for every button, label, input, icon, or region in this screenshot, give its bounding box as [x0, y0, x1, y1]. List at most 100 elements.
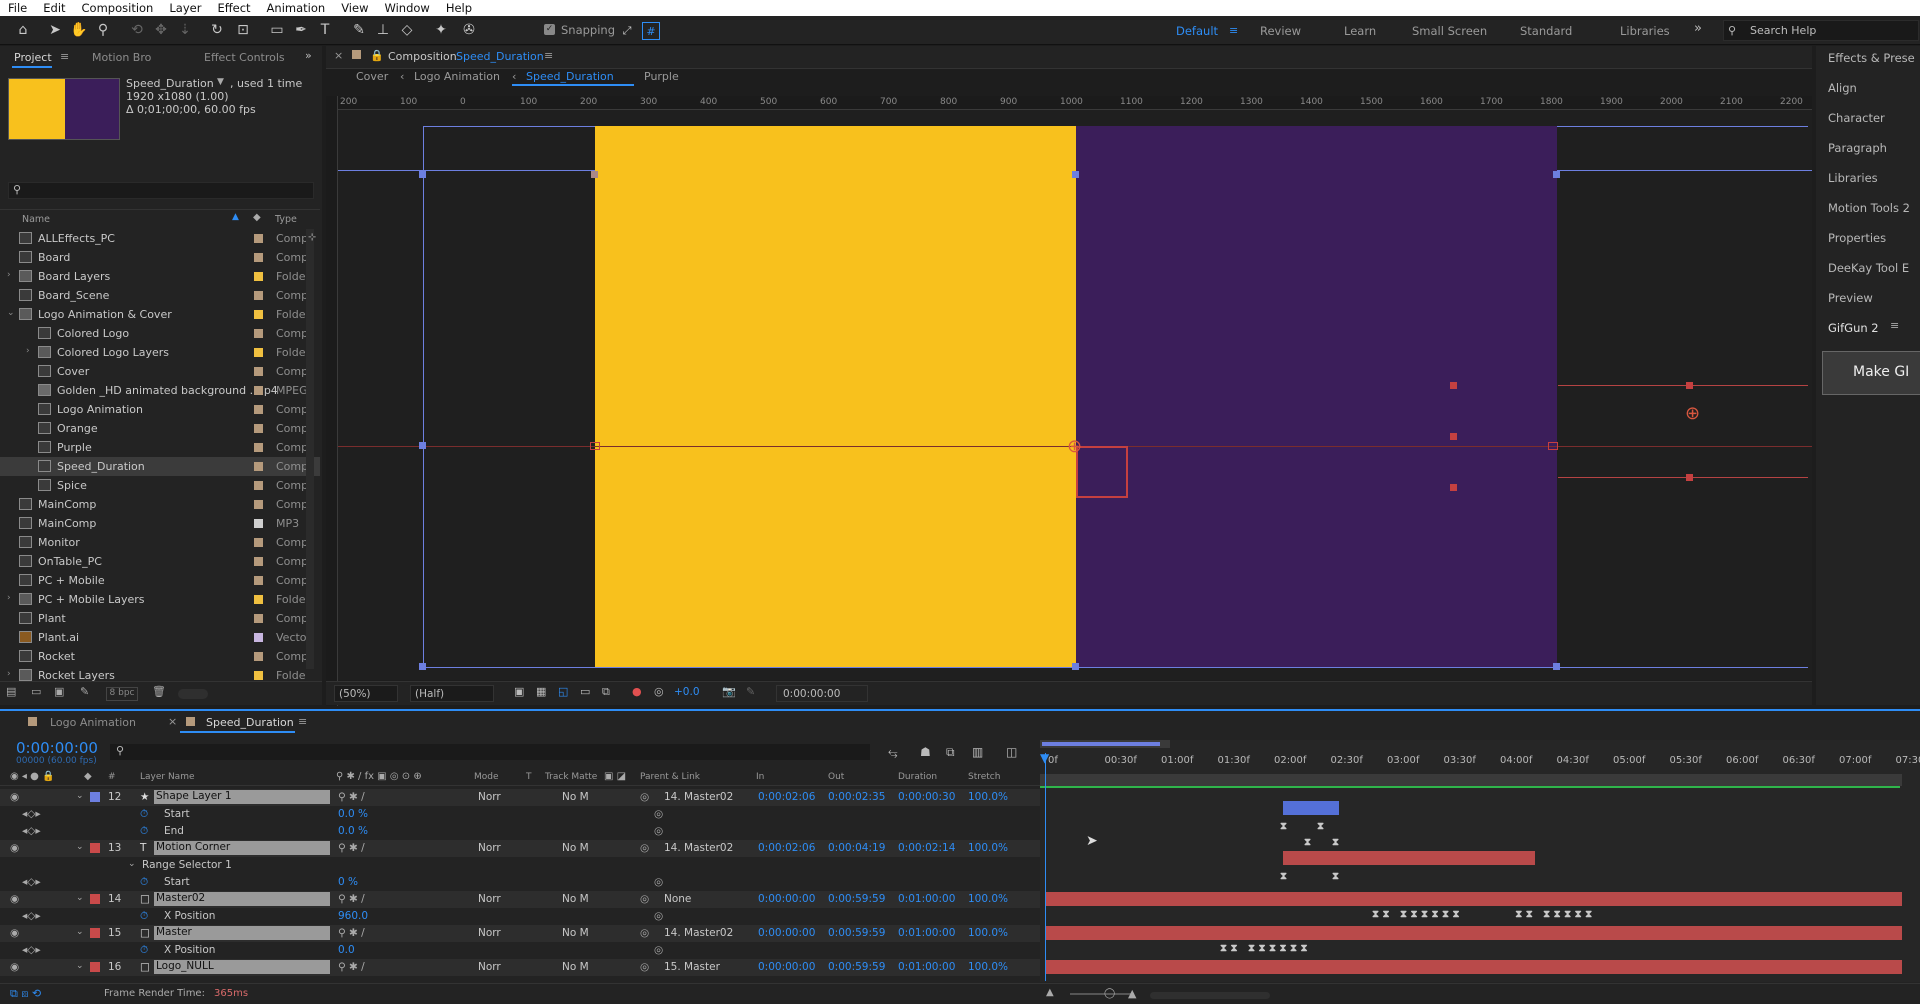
- anchor-point-icon[interactable]: ⊕: [1067, 436, 1082, 457]
- panel-effects-prese[interactable]: Effects & Prese: [1828, 51, 1915, 65]
- collapse-icon[interactable]: ⌄: [128, 859, 136, 869]
- expand-icon[interactable]: ›: [7, 270, 11, 280]
- expand-panels-icon[interactable]: »: [305, 49, 312, 62]
- group-name[interactable]: Range Selector 1: [142, 859, 232, 871]
- list-item[interactable]: Rocket Comp: [0, 647, 320, 666]
- footer-switches-icon[interactable]: ⧉ ⧇ ⟲: [10, 987, 41, 1001]
- stretch[interactable]: 100.0%: [968, 791, 1008, 803]
- draft-3d-icon[interactable]: ☗: [920, 745, 931, 759]
- layer-15-bar[interactable]: [1046, 926, 1902, 940]
- panel-libraries[interactable]: Libraries: [1828, 171, 1878, 185]
- property-row[interactable]: ◂◇▸ ⏱ X Position 0.0 ◎: [0, 942, 1040, 959]
- switches-icon[interactable]: ⚲ ✱ /: [338, 927, 365, 939]
- list-item[interactable]: MainComp MP3: [0, 514, 320, 533]
- region-of-interest-icon[interactable]: ▣: [514, 685, 524, 698]
- more-workspaces-icon[interactable]: »: [1694, 21, 1702, 36]
- menu-effect[interactable]: Effect: [209, 1, 258, 15]
- stopwatch-icon[interactable]: ⏱: [140, 808, 148, 821]
- tab-effect-controls[interactable]: Effect Controls: [204, 51, 285, 64]
- workspace-libraries[interactable]: Libraries: [1620, 24, 1670, 38]
- layer-12-bar[interactable]: [1283, 801, 1339, 815]
- tab-speed-duration[interactable]: Speed_Duration: [206, 716, 294, 729]
- menu-view[interactable]: View: [333, 1, 376, 15]
- label-swatch[interactable]: [254, 386, 263, 395]
- panel-align[interactable]: Align: [1828, 81, 1857, 95]
- track-matte-dropdown[interactable]: No M: [562, 961, 589, 973]
- track-matte-dropdown[interactable]: No M: [562, 842, 589, 854]
- list-item[interactable]: Speed_Duration Comp: [0, 457, 320, 476]
- switches-icon[interactable]: ⚲ ✱ /: [338, 961, 365, 973]
- duration[interactable]: 0:00:00:30: [898, 791, 955, 803]
- list-item[interactable]: Colored Logo Comp: [0, 324, 320, 343]
- zoom-in-icon[interactable]: ▲: [1128, 987, 1136, 1000]
- work-area-range[interactable]: [1040, 774, 1902, 786]
- interpret-footage-icon[interactable]: ▤: [6, 685, 16, 698]
- hand-tool-icon[interactable]: ✋: [70, 21, 88, 39]
- thumbnail-size-slider[interactable]: [178, 689, 208, 699]
- sort-ascending-icon[interactable]: ▲: [232, 212, 239, 222]
- panel-deekay-tool-e[interactable]: DeeKay Tool E: [1828, 261, 1909, 275]
- show-snapshot-icon[interactable]: ✎: [746, 685, 755, 698]
- clone-stamp-tool-icon[interactable]: ⊥: [374, 21, 392, 39]
- current-time[interactable]: 0:00:00:00: [16, 739, 98, 757]
- horizontal-ruler[interactable]: 200 100 0 100 200 300 400 500 600 700 800 900 1000 11…: [338, 96, 1863, 110]
- label-color[interactable]: [90, 894, 100, 904]
- close-comp-icon[interactable]: ×: [334, 49, 343, 62]
- eye-icon[interactable]: ◉: [10, 893, 19, 905]
- channel-icon[interactable]: ●: [632, 685, 642, 698]
- make-gif-button[interactable]: Make GI: [1822, 351, 1920, 395]
- label-swatch[interactable]: [254, 272, 263, 281]
- label-swatch[interactable]: [254, 614, 263, 623]
- timeline-menu-icon[interactable]: ≡: [298, 715, 307, 728]
- preview-dropdown-icon[interactable]: ▼: [217, 77, 224, 87]
- workspace-review[interactable]: Review: [1260, 24, 1301, 38]
- property-value[interactable]: 0.0: [338, 944, 355, 956]
- eye-icon[interactable]: ◉: [10, 927, 19, 939]
- playhead[interactable]: [1045, 753, 1046, 981]
- stretch[interactable]: 100.0%: [968, 842, 1008, 854]
- breadcrumb-item[interactable]: Purple: [644, 70, 679, 83]
- expression-pickwhip-icon[interactable]: ◎: [654, 876, 663, 888]
- out-point[interactable]: 0:00:59:59: [828, 961, 885, 973]
- out-point[interactable]: 0:00:59:59: [828, 927, 885, 939]
- workspace-small-screen[interactable]: Small Screen: [1412, 24, 1487, 38]
- collapse-icon[interactable]: ⌄: [76, 791, 84, 801]
- duration[interactable]: 0:01:00:00: [898, 961, 955, 973]
- parent-header[interactable]: Parent & Link: [640, 772, 700, 782]
- label-swatch[interactable]: [254, 519, 263, 528]
- in-point[interactable]: 0:00:02:06: [758, 842, 815, 854]
- menu-composition[interactable]: Composition: [74, 1, 162, 15]
- workspace-menu-icon[interactable]: ≡: [1229, 24, 1238, 37]
- mode-dropdown[interactable]: Norr: [478, 961, 501, 973]
- zoom-tool-icon[interactable]: ⚲: [94, 21, 112, 39]
- layer-name[interactable]: Motion Corner: [154, 841, 330, 855]
- out-header[interactable]: Out: [828, 772, 844, 782]
- anchor-point-2-icon[interactable]: ⊕: [1685, 403, 1700, 424]
- collapse-icon[interactable]: ⌄: [76, 893, 84, 903]
- property-row[interactable]: ◂◇▸ ⏱ X Position 960.0 ◎: [0, 908, 1040, 925]
- new-folder-icon[interactable]: ▭: [31, 685, 41, 698]
- puppet-tool-icon[interactable]: ✇: [460, 21, 478, 39]
- label-column-icon[interactable]: ◆: [84, 771, 92, 782]
- eye-icon[interactable]: ◉: [10, 961, 19, 973]
- col-type-header[interactable]: Type: [275, 214, 297, 225]
- label-swatch[interactable]: [254, 424, 263, 433]
- pickwhip-icon[interactable]: ◎: [640, 893, 649, 905]
- layer-name[interactable]: Master: [154, 926, 330, 940]
- layer-14-bar[interactable]: [1046, 892, 1902, 906]
- search-help-field[interactable]: Search Help: [1723, 20, 1919, 41]
- trash-icon[interactable]: 🗑: [152, 685, 166, 698]
- label-swatch[interactable]: [254, 576, 263, 585]
- collapse-icon[interactable]: ⌄: [76, 842, 84, 852]
- property-value[interactable]: 0.0 %: [338, 808, 368, 820]
- label-color[interactable]: [90, 928, 100, 938]
- collapse-icon[interactable]: ⌄: [76, 961, 84, 971]
- new-comp-icon[interactable]: ▣: [54, 685, 64, 698]
- layer-row[interactable]: ◉ ⌄ 12 ★ Shape Layer 1 ⚲ ✱ / Norr No M ◎ 14. Mast…: [0, 789, 1040, 806]
- expression-pickwhip-icon[interactable]: ◎: [654, 808, 663, 820]
- list-item[interactable]: Purple Comp: [0, 438, 320, 457]
- label-swatch[interactable]: [254, 329, 263, 338]
- label-swatch[interactable]: [254, 500, 263, 509]
- list-item[interactable]: Board_Scene Comp: [0, 286, 320, 305]
- label-swatch[interactable]: [254, 253, 263, 262]
